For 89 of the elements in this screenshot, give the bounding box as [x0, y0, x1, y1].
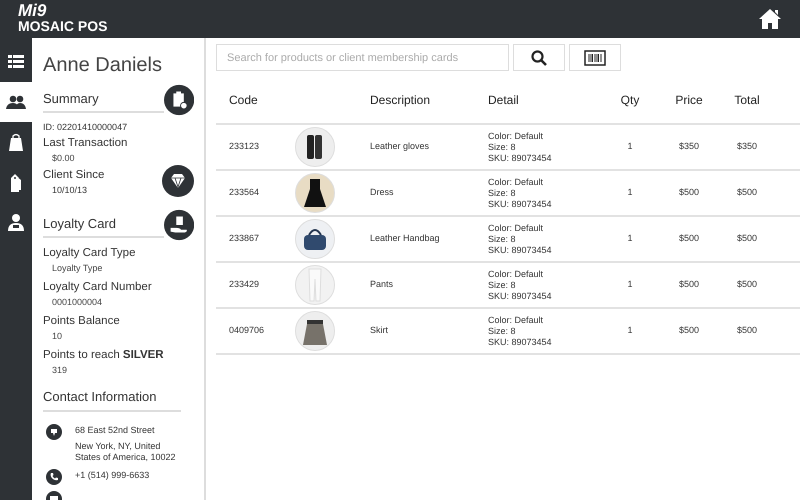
table-cell: 1	[627, 187, 632, 198]
product-photo	[295, 173, 335, 213]
detail-text: SKU: 89073454	[488, 336, 553, 348]
table-cell: $350	[678, 141, 700, 152]
table-cell: Leather gloves	[370, 141, 430, 152]
table-cell: Skirt	[370, 325, 388, 336]
table-cell: Dress	[370, 187, 394, 198]
detail-text: Color: Default	[488, 268, 544, 280]
people-icon	[6, 95, 26, 109]
table-cell: Pants	[370, 279, 394, 290]
table-cell: $500	[736, 279, 758, 290]
column-header: Detail	[488, 93, 519, 107]
column-header: Total	[734, 93, 760, 107]
phone-number: +1 (514) 999-6633	[75, 470, 150, 480]
detail-text: Color: Default	[488, 314, 544, 326]
field-value: Loyalty Type	[51, 262, 104, 275]
field-label: Loyalty Card Number	[43, 280, 153, 294]
table-cell: 233429	[229, 279, 260, 290]
detail-text: Color: Default	[488, 130, 544, 142]
field-label: Last Transaction	[43, 136, 128, 150]
table-cell: $500	[736, 187, 758, 198]
column-header: Qty	[620, 93, 640, 107]
clipboard-icon[interactable]	[164, 84, 194, 116]
section-title: Summary	[43, 88, 164, 114]
detail-text: Size: 8	[488, 188, 517, 198]
table-cell: $500	[678, 187, 700, 198]
shopping-bag-icon	[9, 133, 23, 151]
barcode-icon	[584, 50, 606, 66]
client-name: Anne Daniels	[43, 53, 163, 78]
detail-text: Color: Default	[488, 176, 544, 188]
field-value: 10/10/13	[51, 184, 88, 197]
table-cell: Leather Handbag	[370, 233, 440, 244]
detail-text: Size: 8	[488, 326, 517, 336]
table-cell: $350	[736, 141, 758, 152]
column-header: Code	[229, 93, 258, 107]
section-title: Loyalty Card	[43, 214, 164, 238]
field-label: Points to reach SILVER	[43, 348, 165, 362]
table-cell: 1	[627, 233, 632, 244]
home-icon[interactable]	[758, 8, 782, 30]
product-photo	[295, 265, 335, 305]
detail-text: SKU: 89073454	[488, 198, 553, 210]
detail-text: SKU: 89073454	[488, 152, 553, 164]
column-header: Description	[370, 93, 430, 107]
table-cell: $500	[678, 233, 700, 244]
address-text: New York, NY, United States of America, 10022	[75, 440, 177, 462]
field-value: 10	[51, 330, 64, 343]
detail-text: Size: 8	[488, 280, 517, 290]
table-cell: 233867	[229, 233, 260, 244]
search-icon	[531, 50, 547, 66]
person-icon	[8, 213, 24, 231]
field-value: 319	[51, 364, 68, 377]
field-value: $0.00	[51, 152, 76, 165]
barcode-button[interactable]	[569, 44, 621, 71]
product-photo	[295, 311, 335, 351]
product-photo	[295, 127, 335, 167]
table-cell: $500	[736, 325, 758, 336]
detail-text: Size: 8	[488, 142, 517, 152]
pin-icon	[46, 424, 62, 440]
table-cell: 233564	[229, 187, 260, 198]
detail-text: SKU: 89073454	[488, 290, 553, 302]
table-cell: 233123	[229, 141, 260, 152]
table-cell: $500	[736, 233, 758, 244]
section-title: Contact Information	[43, 387, 181, 412]
list-icon	[8, 55, 24, 69]
field-value: 0001000004	[51, 296, 104, 309]
client-id: ID: 02201410000047	[43, 121, 128, 133]
table-cell: $500	[678, 325, 700, 336]
nav-tab[interactable]	[0, 82, 32, 122]
detail-text: SKU: 89073454	[488, 244, 553, 256]
table-cell: 1	[627, 325, 632, 336]
table-cell: 1	[627, 279, 632, 290]
tag-icon	[9, 172, 23, 192]
table-cell: 1	[627, 141, 632, 152]
table-cell: 0409706	[229, 325, 264, 336]
table-cell: $500	[678, 279, 700, 290]
field-label: Loyalty Card Type	[43, 246, 136, 260]
search-field[interactable]: Search for products or client membership cards	[216, 44, 509, 71]
field-label: Client Since	[43, 168, 104, 182]
address-text: 68 East 52nd Street	[75, 424, 156, 436]
logo-text: MOSAIC POS	[18, 18, 108, 35]
detail-text: Color: Default	[488, 222, 544, 234]
logo-text: Mi9	[18, 3, 48, 18]
hand-card-icon[interactable]	[164, 209, 194, 241]
column-header: Price	[675, 93, 703, 107]
search-button[interactable]	[513, 44, 565, 71]
field-label: Points Balance	[43, 314, 121, 328]
phone-icon	[46, 468, 62, 484]
detail-text: Size: 8	[488, 234, 517, 244]
product-photo	[295, 219, 335, 259]
